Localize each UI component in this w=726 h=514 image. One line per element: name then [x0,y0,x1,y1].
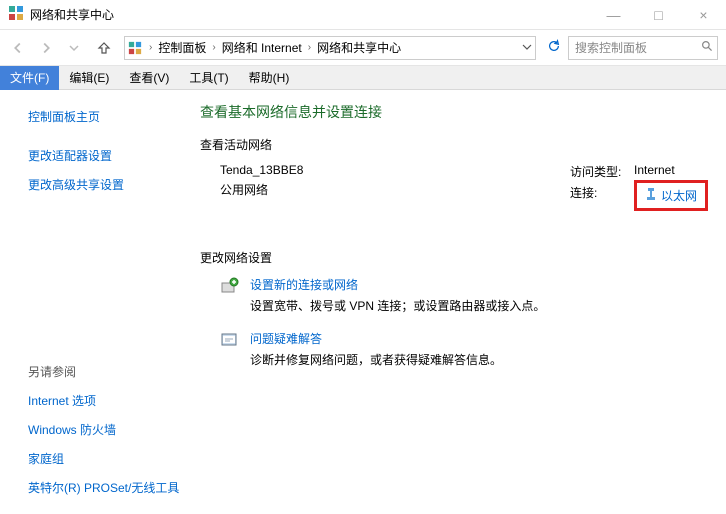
ethernet-highlight: 以太网 [634,180,708,211]
sidebar-home[interactable]: 控制面板主页 [28,102,200,131]
breadcrumb-item[interactable]: 控制面板 [156,39,208,56]
window-title: 网络和共享中心 [30,6,114,23]
connection-label: 连接: [570,184,634,211]
active-network: Tenda_13BBE8 公用网络 访问类型: Internet 连接: 以太网 [220,163,708,215]
breadcrumb-item[interactable]: 网络和 Internet [220,39,304,56]
sidebar-firewall[interactable]: Windows 防火墙 [28,415,200,444]
search-input[interactable]: 搜索控制面板 [568,36,718,60]
menu-bar: 文件(F) 编辑(E) 查看(V) 工具(T) 帮助(H) [0,66,726,90]
sidebar-see-also: 另请参阅 [28,357,200,386]
menu-tools[interactable]: 工具(T) [179,66,238,90]
network-type: 公用网络 [220,181,420,198]
maximize-button[interactable]: □ [636,0,681,30]
troubleshoot-title: 问题疑难解答 [250,330,502,347]
troubleshoot-icon [220,331,240,351]
title-bar: 网络和共享中心 — □ × [0,0,726,30]
window-controls: — □ × [591,0,726,30]
nav-bar: › 控制面板 › 网络和 Internet › 网络和共享中心 搜索控制面板 [0,30,726,66]
menu-help[interactable]: 帮助(H) [239,66,300,90]
setup-connection-desc: 设置宽带、拨号或 VPN 连接；或设置路由器或接入点。 [250,297,545,314]
access-type-label: 访问类型: [570,163,634,180]
chevron-right-icon[interactable]: › [208,42,219,53]
troubleshoot-desc: 诊断并修复网络问题，或者获得疑难解答信息。 [250,351,502,368]
sidebar: 控制面板主页 更改适配器设置 更改高级共享设置 另请参阅 Internet 选项… [0,90,200,514]
recent-dropdown[interactable] [60,34,88,62]
sidebar-intel-proset[interactable]: 英特尔(R) PROSet/无线工具 [28,473,200,502]
sidebar-internet-options[interactable]: Internet 选项 [28,386,200,415]
troubleshoot[interactable]: 问题疑难解答 诊断并修复网络问题，或者获得疑难解答信息。 [220,330,708,368]
breadcrumb[interactable]: › 控制面板 › 网络和 Internet › 网络和共享中心 [124,36,536,60]
chevron-right-icon[interactable]: › [304,42,315,53]
connection-link[interactable]: 以太网 [661,187,697,204]
close-button[interactable]: × [681,0,726,30]
setup-connection-icon [220,277,240,297]
change-settings-list: 设置新的连接或网络 设置宽带、拨号或 VPN 连接；或设置路由器或接入点。 问题… [220,276,708,368]
breadcrumb-item[interactable]: 网络和共享中心 [315,39,403,56]
menu-edit[interactable]: 编辑(E) [59,66,119,90]
section-active-networks: 查看活动网络 [200,136,708,153]
search-icon [697,40,717,56]
content: 查看基本网络信息并设置连接 查看活动网络 Tenda_13BBE8 公用网络 访… [200,90,726,514]
section-change-settings: 更改网络设置 [200,249,708,266]
chevron-right-icon[interactable]: › [145,42,156,53]
network-name: Tenda_13BBE8 [220,163,420,177]
menu-view[interactable]: 查看(V) [119,66,179,90]
sidebar-homegroup[interactable]: 家庭组 [28,444,200,473]
network-center-icon [125,41,145,55]
main: 控制面板主页 更改适配器设置 更改高级共享设置 另请参阅 Internet 选项… [0,90,726,514]
network-center-icon [8,5,24,24]
page-title: 查看基本网络信息并设置连接 [200,102,708,122]
sidebar-adapter-settings[interactable]: 更改适配器设置 [28,141,200,170]
menu-file[interactable]: 文件(F) [0,66,59,90]
ethernet-icon [645,187,657,204]
setup-new-connection[interactable]: 设置新的连接或网络 设置宽带、拨号或 VPN 连接；或设置路由器或接入点。 [220,276,708,314]
back-button[interactable] [4,34,32,62]
minimize-button[interactable]: — [591,0,636,30]
forward-button[interactable] [32,34,60,62]
sidebar-advanced-sharing[interactable]: 更改高级共享设置 [28,170,200,199]
breadcrumb-dropdown[interactable] [517,41,535,55]
up-button[interactable] [90,34,118,62]
access-type-value: Internet [634,163,675,180]
setup-connection-title: 设置新的连接或网络 [250,276,545,293]
search-placeholder: 搜索控制面板 [569,39,697,56]
refresh-button[interactable] [540,39,568,56]
